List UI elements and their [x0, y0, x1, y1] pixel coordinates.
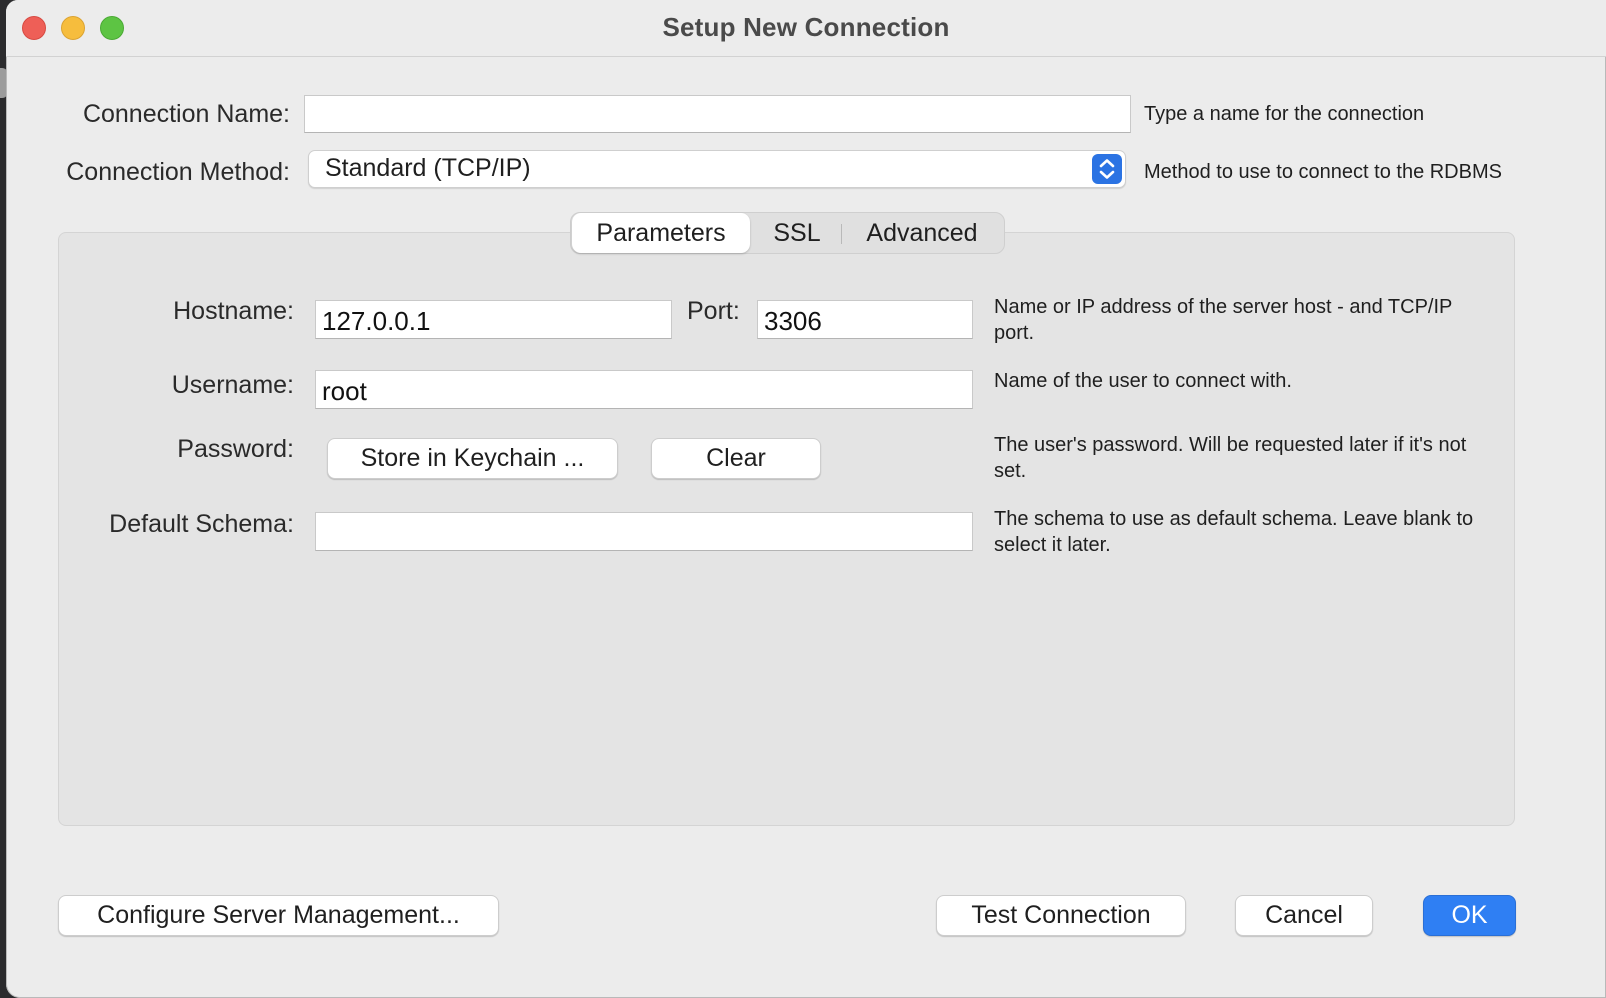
- test-connection-button[interactable]: Test Connection: [936, 895, 1186, 936]
- port-input[interactable]: [757, 300, 973, 339]
- connection-name-input[interactable]: [304, 95, 1131, 133]
- store-in-keychain-button[interactable]: Store in Keychain ...: [327, 438, 618, 479]
- username-input[interactable]: [315, 370, 973, 409]
- setup-new-connection-dialog: Setup New Connection Connection Name: Ty…: [6, 0, 1606, 998]
- port-label: Port:: [687, 297, 740, 325]
- window-title: Setup New Connection: [662, 12, 950, 42]
- connection-name-hint: Type a name for the connection: [1144, 103, 1425, 125]
- hostname-label: Hostname:: [173, 297, 294, 325]
- tab-ssl[interactable]: SSL: [753, 213, 841, 253]
- connection-name-label: Connection Name:: [82, 100, 290, 128]
- connection-method-label: Connection Method:: [66, 158, 290, 186]
- username-hint: Name of the user to connect with.: [994, 370, 1292, 392]
- clear-password-button[interactable]: Clear: [651, 438, 821, 479]
- connection-method-select[interactable]: Standard (TCP/IP): [308, 150, 1126, 188]
- configure-server-management-button[interactable]: Configure Server Management...: [58, 895, 499, 936]
- connection-method-hint: Method to use to connect to the RDBMS: [1144, 161, 1502, 183]
- tab-bar: Parameters SSL Advanced: [570, 212, 1005, 254]
- hostname-input[interactable]: [315, 300, 672, 339]
- tab-separator: [841, 224, 842, 244]
- cancel-button[interactable]: Cancel: [1235, 895, 1373, 936]
- password-hint: The user's password. Will be requested l…: [994, 434, 1467, 482]
- tab-parameters[interactable]: Parameters: [572, 213, 750, 253]
- username-label: Username:: [171, 371, 294, 399]
- chevron-up-down-icon: [1092, 154, 1122, 184]
- connection-method-value: Standard (TCP/IP): [325, 154, 531, 182]
- tab-advanced[interactable]: Advanced: [847, 213, 997, 253]
- default-schema-input[interactable]: [315, 512, 973, 551]
- default-schema-hint: The schema to use as default schema. Lea…: [994, 508, 1474, 556]
- password-label: Password:: [177, 435, 294, 463]
- ok-button[interactable]: OK: [1423, 895, 1516, 936]
- title-bar: Setup New Connection: [6, 0, 1606, 57]
- default-schema-label: Default Schema:: [109, 510, 294, 538]
- host-hint: Name or IP address of the server host - …: [994, 296, 1452, 344]
